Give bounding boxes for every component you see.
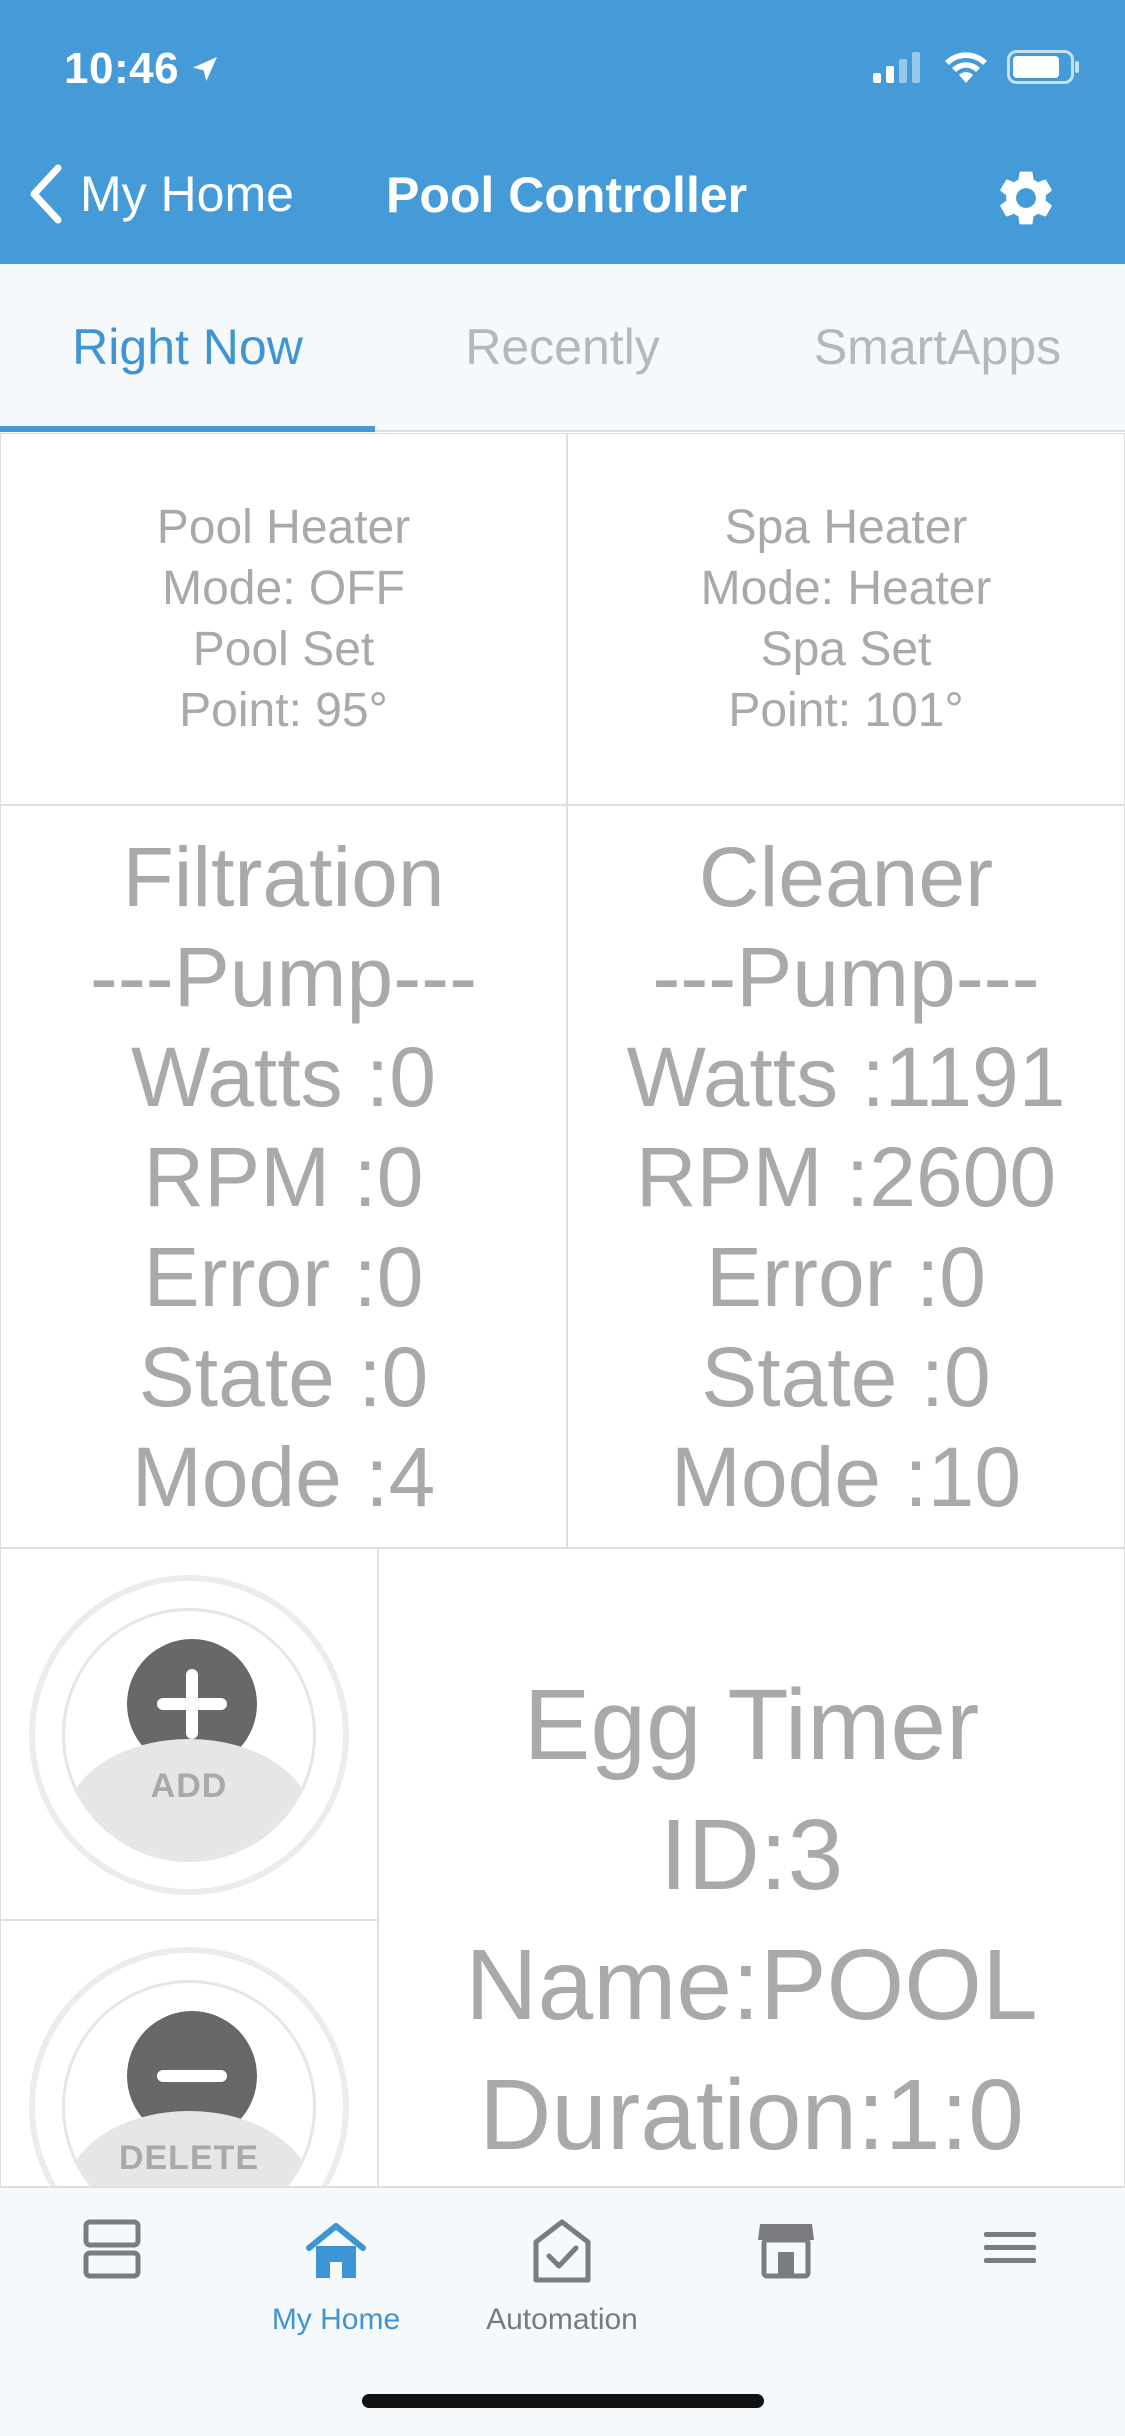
tab-recently[interactable]: Recently: [375, 264, 750, 430]
bottom-nav-my-home[interactable]: My Home: [226, 2218, 446, 2337]
bottom-nav-automation-label: Automation: [486, 2303, 638, 2336]
bottom-nav-menu[interactable]: [900, 2218, 1120, 2297]
marketplace-icon: [758, 2224, 814, 2279]
status-icons: [873, 50, 1081, 84]
bottom-nav-marketplace[interactable]: [676, 2218, 896, 2299]
back-label: My Home: [80, 166, 294, 222]
add-tile: ADD: [0, 1548, 378, 1920]
battery-icon: [1007, 50, 1079, 84]
tab-right-now[interactable]: Right Now: [0, 264, 375, 432]
dashboard-icon: [83, 2219, 141, 2279]
egg-timer-tile[interactable]: Egg Timer ID:3 Name:POOL Duration:1:0: [378, 1548, 1125, 2292]
page-title: Pool Controller: [386, 167, 748, 223]
bottom-nav-dashboard[interactable]: [2, 2218, 222, 2299]
filtration-pump-tile[interactable]: Filtration ---Pump--- Watts :0 RPM :0 Er…: [0, 805, 567, 1548]
wifi-icon: [945, 52, 987, 83]
spa-heater-text: Spa Heater Mode: Heater Spa Set Point: 1…: [700, 501, 992, 737]
egg-timer-text: Egg Timer ID:3 Name:POOL Duration:1:0: [465, 1669, 1038, 2171]
status-time: 10:46: [64, 44, 221, 94]
filtration-pump-text: Filtration ---Pump--- Watts :0 RPM :0 Er…: [89, 829, 478, 1524]
tab-smartapps[interactable]: SmartApps: [750, 264, 1125, 430]
spa-heater-tile[interactable]: Spa Heater Mode: Heater Spa Set Point: 1…: [567, 433, 1125, 805]
status-time-text: 10:46: [64, 44, 180, 93]
automation-icon: [533, 2219, 591, 2283]
home-icon: [306, 2223, 366, 2278]
menu-icon: [984, 2232, 1036, 2263]
signal-icon: [873, 52, 920, 83]
add-label: ADD: [65, 1739, 313, 1859]
chevron-left-icon: [30, 164, 62, 224]
location-arrow-icon: [193, 57, 218, 81]
bottom-nav-automation[interactable]: Automation: [452, 2218, 672, 2337]
home-indicator: [362, 2394, 764, 2408]
header: 10:46 My Home Pool Controller: [0, 0, 1125, 264]
back-button[interactable]: My Home: [26, 164, 294, 224]
cleaner-pump-text: Cleaner ---Pump--- Watts :1191 RPM :2600…: [626, 829, 1066, 1524]
tab-bar: Right Now Recently SmartApps: [0, 264, 1125, 432]
cleaner-pump-tile[interactable]: Cleaner ---Pump--- Watts :1191 RPM :2600…: [567, 805, 1125, 1548]
gear-icon[interactable]: [993, 165, 1059, 231]
pool-heater-tile[interactable]: Pool Heater Mode: OFF Pool Set Point: 95…: [0, 433, 567, 805]
add-button-face: ADD: [62, 1608, 316, 1862]
add-button[interactable]: ADD: [29, 1575, 349, 1895]
bottom-nav-my-home-label: My Home: [271, 2303, 401, 2336]
pool-heater-text: Pool Heater Mode: OFF Pool Set Point: 95…: [156, 501, 411, 737]
